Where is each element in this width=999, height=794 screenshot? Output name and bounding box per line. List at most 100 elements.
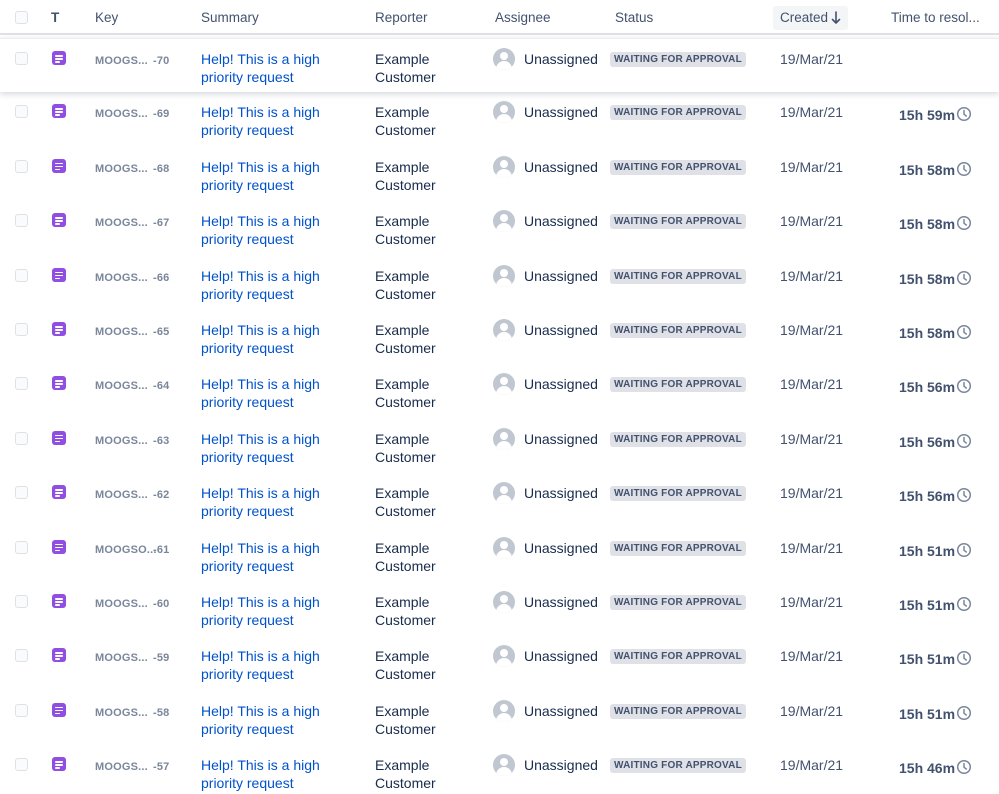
issue-summary-link[interactable]: Help! This is a high priority request (201, 756, 351, 792)
issue-key[interactable]: MOOGS... -63 (95, 435, 169, 447)
row-checkbox[interactable] (15, 486, 28, 500)
status-badge: WAITING FOR APPROVAL (610, 105, 746, 121)
issue-key[interactable]: MOOGS... -67 (95, 217, 169, 229)
issue-key[interactable]: MOOGS... -60 (95, 598, 169, 610)
issue-reporter: Example Customer (375, 539, 436, 574)
table-row[interactable]: MOOGS... -63 Help! This is a high priorit… (0, 419, 999, 473)
issue-assignee: Unassigned (524, 322, 598, 338)
table-row[interactable]: MOOGS... -59 Help! This is a high priorit… (0, 636, 999, 690)
status-badge: WAITING FOR APPROVAL (610, 323, 746, 338)
unassigned-avatar-icon (493, 373, 515, 396)
table-row[interactable]: MOOGS... -58 Help! This is a high priorit… (0, 691, 999, 745)
row-checkbox[interactable] (15, 52, 28, 65)
issue-summary-link[interactable]: Help! This is a high priority request (201, 539, 351, 575)
clock-icon (956, 760, 972, 775)
row-checkbox[interactable] (15, 595, 28, 608)
issue-summary-link[interactable]: Help! This is a high priority request (201, 430, 351, 466)
table-row[interactable]: MOOGS... -62 Help! This is a high priorit… (0, 473, 999, 527)
issue-key[interactable]: MOOGS... -59 (95, 652, 169, 664)
row-checkbox[interactable] (15, 649, 28, 663)
column-header-reporter[interactable]: Reporter (375, 10, 428, 25)
issue-created-date: 19/Mar/21 (780, 267, 844, 284)
column-header-status[interactable]: Status (615, 10, 653, 25)
row-checkbox[interactable] (15, 703, 28, 717)
issue-summary-link[interactable]: Help! This is a high priority request (201, 50, 351, 86)
table-row[interactable]: MOOGS... -68 Help! This is a high priorit… (0, 147, 999, 201)
row-checkbox[interactable] (15, 214, 28, 228)
table-row[interactable]: MOOGS... -60 Help! This is a high priorit… (0, 582, 999, 636)
row-checkbox[interactable] (15, 268, 28, 282)
row-checkbox[interactable] (15, 377, 28, 391)
issue-key[interactable]: MOOGS... -58 (95, 706, 169, 719)
issue-key-project: MOOGS... (95, 598, 148, 610)
column-header-type[interactable]: T (51, 10, 59, 25)
issue-assignee: Unassigned (524, 376, 598, 393)
issue-key[interactable]: MOOGS... -57 (95, 761, 169, 773)
table-row[interactable]: MOOGS... -70 Help! This is a high priorit… (0, 38, 999, 92)
table-row[interactable]: MOOGS... -64 Help! This is a high priorit… (0, 364, 999, 418)
issue-key[interactable]: MOOGS... -70 (95, 55, 169, 67)
table-row[interactable]: MOOGSO... -61 Help! This is a high priori… (0, 528, 999, 582)
issue-key[interactable]: MOOGS... -64 (95, 380, 169, 392)
issue-summary-link[interactable]: Help! This is a high priority request (201, 267, 351, 303)
unassigned-avatar-icon (493, 101, 515, 124)
issue-summary-link[interactable]: Help! This is a high priority request (201, 321, 351, 357)
status-badge: WAITING FOR APPROVAL (610, 595, 746, 610)
clock-icon (956, 161, 972, 176)
service-request-icon (52, 702, 66, 717)
clock-icon (956, 107, 972, 122)
column-header-key[interactable]: Key (95, 10, 118, 25)
column-header-time-to-resolution[interactable]: Time to resol... (891, 10, 980, 25)
table-row[interactable]: MOOGS... -66 Help! This is a high priorit… (0, 256, 999, 310)
issue-reporter: Example Customer (375, 158, 436, 193)
issue-key[interactable]: MOOGS... -68 (95, 162, 169, 175)
issue-summary-link[interactable]: Help! This is a high priority request (201, 647, 351, 683)
issue-key[interactable]: MOOGS... -69 (95, 108, 169, 120)
table-row[interactable]: MOOGS... -67 Help! This is a high priorit… (0, 201, 999, 255)
issue-key-project: MOOGS... (95, 326, 148, 338)
issue-key[interactable]: MOOGSO... -61 (95, 544, 169, 556)
issue-summary-link[interactable]: Help! This is a high priority request (201, 702, 351, 738)
clock-icon (956, 216, 972, 231)
clock-icon (956, 542, 972, 557)
table-row[interactable]: MOOGS... -57 Help! This is a high priorit… (0, 745, 999, 794)
select-all-checkbox[interactable] (15, 11, 28, 24)
time-to-resolution: 15h 59m (899, 107, 956, 124)
issue-assignee: Unassigned (524, 648, 598, 665)
service-request-icon (52, 376, 66, 391)
issue-summary-link[interactable]: Help! This is a high priority request (201, 103, 351, 139)
issue-assignee: Unassigned (524, 702, 598, 719)
issue-key[interactable]: MOOGS... -62 (95, 489, 169, 501)
row-checkbox[interactable] (15, 431, 28, 445)
issue-summary-link[interactable]: Help! This is a high priority request (201, 158, 351, 194)
issue-created-date: 19/Mar/21 (780, 322, 844, 338)
row-checkbox[interactable] (15, 540, 28, 554)
clock-icon (956, 596, 972, 612)
column-header-created[interactable]: Created (773, 6, 848, 30)
table-row[interactable]: MOOGS... -65 Help! This is a high priorit… (0, 310, 999, 364)
issue-assignee: Unassigned (524, 104, 598, 121)
table-row[interactable]: MOOGS... -69 Help! This is a high priorit… (0, 92, 999, 146)
row-checkbox[interactable] (15, 323, 28, 336)
issue-summary-link[interactable]: Help! This is a high priority request (201, 212, 351, 248)
issue-key[interactable]: MOOGS... -65 (95, 326, 169, 338)
unassigned-avatar-icon (493, 482, 515, 505)
issue-summary-link[interactable]: Help! This is a high priority request (201, 593, 351, 629)
column-header-summary[interactable]: Summary (201, 10, 259, 25)
issue-summary-link[interactable]: Help! This is a high priority request (201, 375, 351, 411)
row-checkbox[interactable] (15, 758, 28, 772)
status-badge: WAITING FOR APPROVAL (610, 540, 746, 556)
issue-created-date: 19/Mar/21 (780, 430, 844, 447)
issue-key-project: MOOGS... (95, 162, 148, 175)
row-checkbox[interactable] (15, 105, 28, 119)
issue-reporter: Example Customer (375, 485, 436, 520)
issue-key-project: MOOGS... (95, 706, 148, 719)
issue-created-date: 19/Mar/21 (780, 702, 844, 719)
issue-assignee: Unassigned (524, 158, 598, 175)
issue-summary-link[interactable]: Help! This is a high priority request (201, 484, 351, 520)
issue-key[interactable]: MOOGS... -66 (95, 272, 169, 284)
status-badge: WAITING FOR APPROVAL (610, 703, 746, 719)
row-checkbox[interactable] (15, 159, 28, 173)
column-header-assignee[interactable]: Assignee (495, 10, 551, 25)
issue-created-date: 19/Mar/21 (780, 51, 844, 67)
